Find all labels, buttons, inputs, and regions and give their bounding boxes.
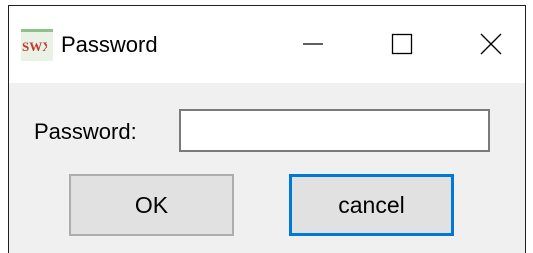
password-dialog: SWX Password Password: OK cancel <box>8 5 526 253</box>
ok-button[interactable]: OK <box>69 174 234 236</box>
title-bar[interactable]: SWX Password <box>9 6 525 83</box>
svg-text:SWX: SWX <box>22 39 47 54</box>
swx-app-icon: SWX <box>21 29 53 61</box>
cancel-button[interactable]: cancel <box>289 174 454 236</box>
window-title: Password <box>61 32 158 57</box>
password-input[interactable] <box>179 109 490 152</box>
close-icon <box>480 33 502 55</box>
maximize-button[interactable] <box>379 21 425 67</box>
minimize-button[interactable] <box>290 21 336 67</box>
close-button[interactable] <box>468 21 514 67</box>
maximize-icon <box>391 33 413 55</box>
minimize-icon <box>303 43 323 45</box>
swx-logo: SWX <box>22 39 47 54</box>
password-label: Password: <box>34 119 137 144</box>
